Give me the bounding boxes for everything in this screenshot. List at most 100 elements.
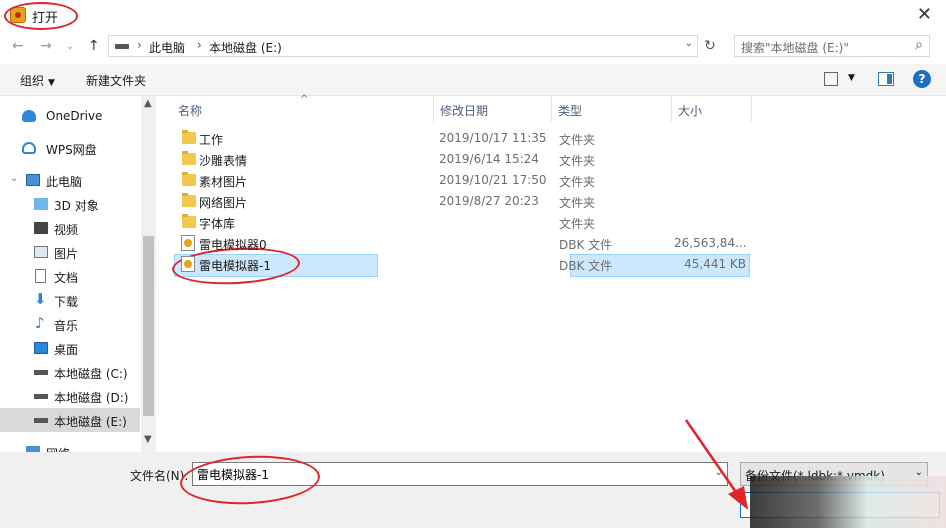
column-header-size[interactable]: 大小: [672, 96, 752, 122]
column-header-date[interactable]: 修改日期: [434, 96, 552, 122]
sidebar-item-wps-cloud[interactable]: WPS网盘: [0, 136, 140, 160]
drive-icon: [34, 418, 48, 423]
sidebar-item-downloads[interactable]: ⬇ 下载: [0, 288, 140, 312]
up-icon[interactable]: ↑: [88, 38, 100, 54]
cloud-icon: [22, 110, 36, 122]
cube-icon: [34, 198, 48, 210]
breadcrumb-drive-e[interactable]: 本地磁盘 (E:): [209, 39, 282, 56]
address-row: ← → ⌄ ↑ › 此电脑 › 本地磁盘 (E:) ⌄ ↻ 搜索"本地磁盘 (E…: [0, 30, 946, 64]
view-options-icon[interactable]: [824, 72, 838, 86]
scroll-up-icon[interactable]: ▲: [144, 98, 152, 109]
search-placeholder: 搜索"本地磁盘 (E:)": [741, 41, 849, 55]
organize-button[interactable]: 组织 ▼: [20, 72, 55, 89]
chevron-down-icon[interactable]: ⌄: [715, 467, 723, 478]
file-type: 文件夹: [559, 133, 596, 147]
breadcrumb-separator-icon: ›: [137, 38, 142, 52]
image-icon: [34, 246, 48, 258]
column-header-type[interactable]: 类型: [552, 96, 672, 122]
download-icon: ⬇: [34, 290, 47, 308]
file-name: 字体库: [199, 217, 236, 231]
refresh-icon[interactable]: ↻: [700, 35, 720, 57]
sidebar-item-music[interactable]: ♪ 音乐: [0, 312, 140, 336]
caret-down-icon[interactable]: ▼: [848, 73, 855, 83]
folder-icon: [182, 151, 196, 165]
emulator-file-icon: [181, 235, 195, 251]
drive-icon: [115, 44, 129, 49]
sidebar-item-pictures[interactable]: 图片: [0, 240, 140, 264]
new-folder-button[interactable]: 新建文件夹: [86, 72, 146, 89]
breadcrumb-this-pc[interactable]: 此电脑: [149, 39, 185, 56]
sidebar-item-label: 网络: [46, 445, 70, 452]
file-row[interactable]: 工作 2019/10/17 11:35 文件夹: [174, 128, 748, 149]
file-type: 文件夹: [559, 175, 596, 189]
file-row[interactable]: 素材图片 2019/10/21 17:50 文件夹: [174, 170, 748, 191]
sidebar-item-label: 本地磁盘 (E:): [54, 415, 127, 429]
sidebar-item-label: 3D 对象: [54, 199, 99, 213]
file-date: 2019/6/14 15:24: [439, 152, 539, 166]
document-icon: [35, 269, 46, 283]
filename-label: 文件名(N):: [130, 469, 189, 483]
sidebar-item-this-pc[interactable]: ⌄ 此电脑: [0, 168, 140, 192]
sidebar-item-drive-d[interactable]: 本地磁盘 (D:): [0, 384, 140, 408]
sidebar-item-drive-c[interactable]: 本地磁盘 (C:): [0, 360, 140, 384]
music-icon: ♪: [35, 314, 45, 332]
title-bar: 打开 ✕: [0, 0, 946, 30]
sidebar-item-label: 视频: [54, 223, 79, 237]
folder-icon: [182, 214, 196, 228]
file-type: 文件夹: [559, 154, 596, 168]
file-row[interactable]: 雷电模拟器0 DBK 文件 26,563,84...: [174, 233, 748, 254]
sidebar-item-network[interactable]: 网络: [0, 440, 140, 452]
sidebar-item-label: WPS网盘: [46, 143, 97, 157]
address-bar[interactable]: › 此电脑 › 本地磁盘 (E:) ⌄: [108, 35, 698, 57]
folder-icon: [182, 130, 196, 144]
file-row-selected[interactable]: 雷电模拟器-1 DBK 文件 45,441 KB: [174, 254, 750, 277]
chevron-down-icon[interactable]: ⌄: [10, 173, 18, 184]
file-row[interactable]: 字体库 文件夹: [174, 212, 748, 233]
search-icon[interactable]: ⌕: [915, 37, 923, 53]
file-name: 雷电模拟器0: [199, 238, 267, 252]
sidebar-scrollbar[interactable]: ▲ ▼: [141, 96, 156, 452]
chevron-down-icon[interactable]: ⌄: [685, 38, 693, 49]
column-header-label: 大小: [678, 104, 703, 118]
sidebar-item-3d-objects[interactable]: 3D 对象: [0, 192, 140, 216]
file-row[interactable]: 网络图片 2019/8/27 20:23 文件夹: [174, 191, 748, 212]
column-header-name[interactable]: 名称 ^: [160, 94, 434, 122]
sidebar-item-onedrive[interactable]: OneDrive: [0, 104, 140, 128]
drive-icon: [34, 394, 48, 399]
blurred-region: [750, 476, 946, 528]
file-type: 文件夹: [559, 196, 596, 210]
caret-down-icon: ▼: [48, 78, 55, 88]
drive-icon: [34, 370, 48, 375]
sidebar-item-desktop[interactable]: 桌面: [0, 336, 140, 360]
column-header-label: 名称: [178, 104, 203, 118]
sidebar-item-label: 桌面: [54, 343, 79, 357]
preview-pane-icon[interactable]: [878, 72, 894, 86]
cloud-icon: [22, 142, 36, 154]
column-header-label: 修改日期: [440, 104, 489, 118]
file-date: 2019/10/17 11:35: [439, 131, 547, 145]
sidebar-item-documents[interactable]: 文档: [0, 264, 140, 288]
sidebar-item-drive-e[interactable]: 本地磁盘 (E:): [0, 408, 140, 432]
forward-icon[interactable]: →: [40, 38, 52, 54]
close-icon[interactable]: ✕: [917, 4, 932, 25]
scroll-down-icon[interactable]: ▼: [144, 434, 152, 445]
organize-label: 组织: [20, 74, 45, 88]
file-name: 沙雕表情: [199, 154, 248, 168]
filename-input[interactable]: [193, 463, 693, 485]
sidebar-item-label: 此电脑: [46, 175, 83, 189]
filename-field[interactable]: ⌄: [192, 462, 728, 486]
file-name: 雷电模拟器-1: [199, 259, 271, 273]
file-name: 网络图片: [199, 196, 248, 210]
folder-icon: [182, 172, 196, 186]
file-row[interactable]: 沙雕表情 2019/6/14 15:24 文件夹: [174, 149, 748, 170]
sidebar-item-label: 文档: [54, 271, 79, 285]
scrollbar-thumb[interactable]: [143, 236, 154, 416]
desktop-icon: [34, 342, 48, 354]
back-icon[interactable]: ←: [12, 38, 24, 54]
file-size: 45,441 KB: [684, 257, 746, 271]
toolbar: 组织 ▼ 新建文件夹 ▼ ?: [0, 64, 946, 96]
search-input[interactable]: 搜索"本地磁盘 (E:)" ⌕: [734, 35, 930, 57]
recent-chevron-icon[interactable]: ⌄: [66, 41, 74, 52]
sidebar-item-videos[interactable]: 视频: [0, 216, 140, 240]
help-icon[interactable]: ?: [913, 70, 931, 88]
